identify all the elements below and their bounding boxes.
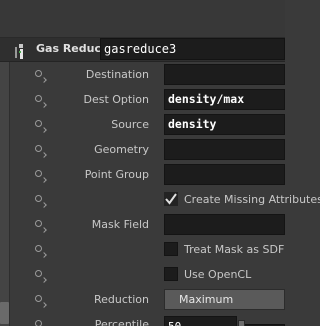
parameter-handle-icon[interactable] [35, 68, 47, 84]
mask-field-field[interactable] [164, 214, 285, 235]
use-opencl-checkbox[interactable] [164, 267, 178, 281]
checkmark-icon [165, 193, 177, 205]
param-row-create-missing: Create Missing Attributes [10, 187, 320, 212]
point-group-label: Point Group [84, 168, 149, 181]
create-missing-checkbox[interactable] [164, 192, 178, 206]
percentile-label: Percentile [94, 318, 149, 326]
param-row-geometry: Geometry [10, 137, 285, 162]
treat-mask-sdf-label: Treat Mask as SDF [184, 243, 285, 256]
param-row-use-opencl: Use OpenCL [10, 262, 285, 287]
parameter-handle-icon[interactable] [35, 243, 47, 259]
parameter-handle-icon[interactable] [35, 268, 47, 284]
destination-field[interactable] [164, 64, 285, 85]
create-missing-label: Create Missing Attributes [184, 193, 320, 206]
dest-option-field[interactable]: density/max [164, 89, 285, 110]
gas-reduce-node-icon [15, 44, 23, 59]
top-toolbar-area [0, 0, 285, 38]
destination-label: Destination [85, 68, 149, 81]
percentile-slider-handle[interactable] [238, 320, 245, 326]
parameter-handle-icon[interactable] [35, 93, 47, 109]
point-group-field[interactable] [164, 164, 285, 185]
mask-field-label: Mask Field [91, 218, 149, 231]
geometry-label: Geometry [94, 143, 149, 156]
parameter-handle-icon[interactable] [35, 293, 47, 309]
dest-option-label: Dest Option [83, 93, 150, 106]
parameter-handle-icon[interactable] [35, 193, 47, 209]
left-panel-edge [0, 62, 10, 326]
reduction-dropdown[interactable]: Maximum [164, 289, 285, 310]
node-type-label: Gas Reduce [36, 42, 109, 55]
param-row-point-group: Point Group [10, 162, 285, 187]
parameter-handle-icon[interactable] [35, 218, 47, 234]
param-row-treat-mask-sdf: Treat Mask as SDF [10, 237, 285, 262]
param-row-dest-option: Dest Option density/max [10, 87, 285, 112]
parameter-handle-icon[interactable] [35, 168, 47, 184]
param-row-reduction: Reduction Maximum [10, 287, 285, 312]
source-label: Source [111, 118, 149, 131]
parameter-handle-icon[interactable] [35, 118, 47, 134]
parameter-handle-icon[interactable] [35, 318, 47, 326]
param-row-source: Source density [10, 112, 285, 137]
panel-collapse-tab[interactable] [0, 302, 9, 324]
reduction-label: Reduction [94, 293, 149, 306]
param-row-mask-field: Mask Field [10, 212, 285, 237]
node-name-field[interactable]: gasreduce3 [100, 38, 285, 60]
treat-mask-sdf-checkbox[interactable] [164, 242, 178, 256]
param-row-percentile: Percentile 50 [10, 312, 285, 326]
geometry-field[interactable] [164, 139, 285, 160]
use-opencl-label: Use OpenCL [184, 268, 252, 281]
source-field[interactable]: density [164, 114, 285, 135]
parameter-handle-icon[interactable] [35, 143, 47, 159]
param-row-destination: Destination [10, 62, 285, 87]
percentile-field[interactable]: 50 [164, 316, 237, 326]
